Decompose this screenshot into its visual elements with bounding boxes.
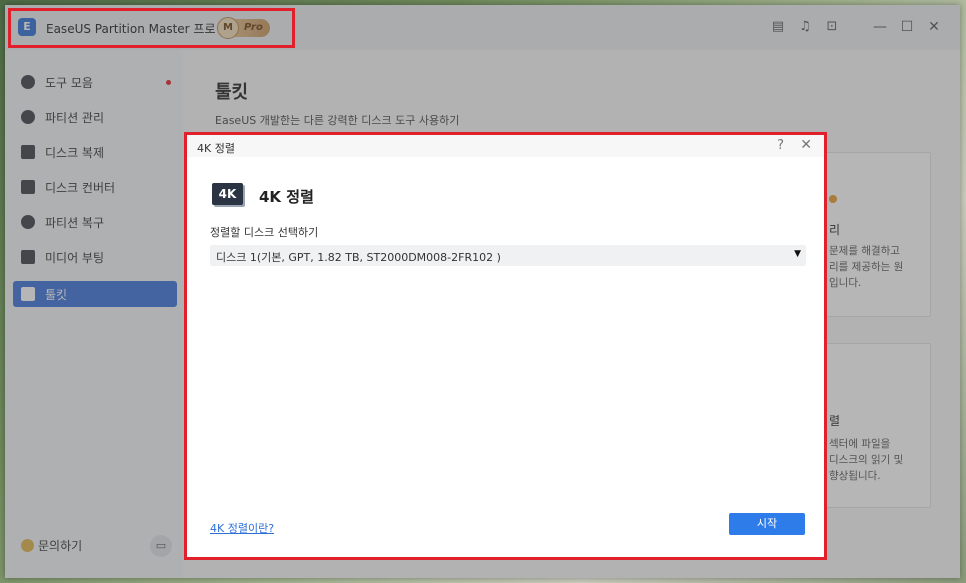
- 4k-badge-icon: 4K: [212, 183, 243, 205]
- dialog-window-title: 4K 정렬: [197, 142, 235, 155]
- close-icon[interactable]: ✕: [800, 137, 812, 153]
- dialog-title-bar: 4K 정렬 ? ✕: [187, 135, 824, 157]
- disk-select-dropdown[interactable]: 디스크 1(기본, GPT, 1.82 TB, ST2000DM008-2FR1…: [210, 245, 806, 266]
- disk-select-label: 정렬할 디스크 선택하기: [210, 226, 319, 239]
- dialog-heading: 4K 정렬: [259, 188, 314, 206]
- what-is-4k-link[interactable]: 4K 정렬이란?: [210, 520, 274, 536]
- help-icon[interactable]: ?: [777, 138, 784, 153]
- title-highlight-box: [8, 8, 295, 48]
- dialog-4k-alignment: 4K 정렬 ? ✕ 4K 4K 정렬 정렬할 디스크 선택하기 디스크 1(기본…: [184, 132, 827, 560]
- disk-select-value: 디스크 1(기본, GPT, 1.82 TB, ST2000DM008-2FR1…: [216, 251, 501, 264]
- dropdown-arrow-icon: ▼: [794, 249, 801, 259]
- start-button[interactable]: 시작: [729, 513, 805, 535]
